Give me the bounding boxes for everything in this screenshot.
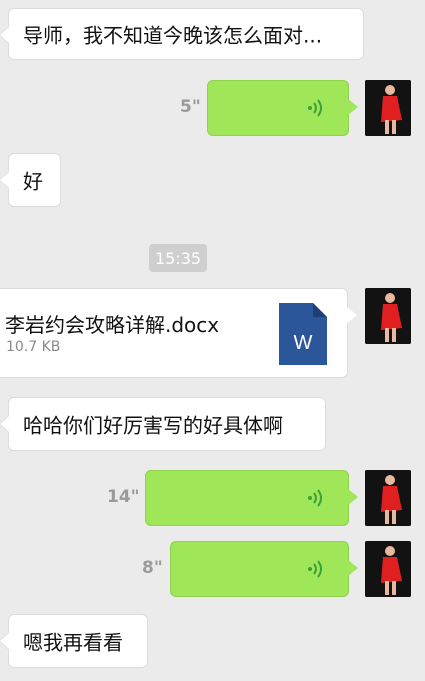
voice-message-bubble[interactable]: [145, 470, 358, 526]
message-bubble-incoming[interactable]: 好: [0, 153, 61, 207]
avatar[interactable]: [365, 288, 411, 344]
file-name: 李岩约会攻略详解.docx: [5, 313, 220, 337]
user-avatar: [365, 470, 411, 526]
user-avatar: [365, 541, 411, 597]
message-text: 哈哈你们好厉害写的好具体啊: [23, 413, 283, 438]
avatar[interactable]: [365, 470, 411, 526]
message-text: 导师，我不知道今晚该怎么面对...: [23, 23, 323, 48]
avatar[interactable]: [365, 541, 411, 597]
message-text: 好: [23, 169, 43, 194]
timestamp: 15:35: [149, 244, 207, 272]
voice-wave-icon: [308, 489, 322, 507]
message-text: 嗯我再看看: [23, 630, 123, 655]
voice-message-bubble[interactable]: [207, 80, 358, 136]
word-doc-icon: W: [279, 303, 327, 365]
message-bubble-incoming[interactable]: 嗯我再看看: [0, 614, 148, 668]
avatar[interactable]: [365, 80, 411, 136]
message-bubble-incoming[interactable]: 导师，我不知道今晚该怎么面对...: [0, 8, 364, 60]
file-size: 10.7 KB: [6, 339, 61, 355]
voice-message-bubble[interactable]: [170, 541, 358, 597]
word-doc-letter: W: [294, 332, 313, 354]
voice-duration: 14": [107, 487, 140, 507]
voice-duration: 5": [180, 97, 201, 117]
voice-duration: 8": [142, 558, 163, 578]
user-avatar: [365, 288, 411, 344]
user-avatar: [365, 80, 411, 136]
voice-wave-icon: [308, 99, 322, 117]
message-bubble-incoming[interactable]: 哈哈你们好厉害写的好具体啊: [0, 397, 326, 451]
file-message-card[interactable]: 李岩约会攻略详解.docx 10.7 KB W: [0, 288, 357, 378]
voice-wave-icon: [308, 560, 322, 578]
